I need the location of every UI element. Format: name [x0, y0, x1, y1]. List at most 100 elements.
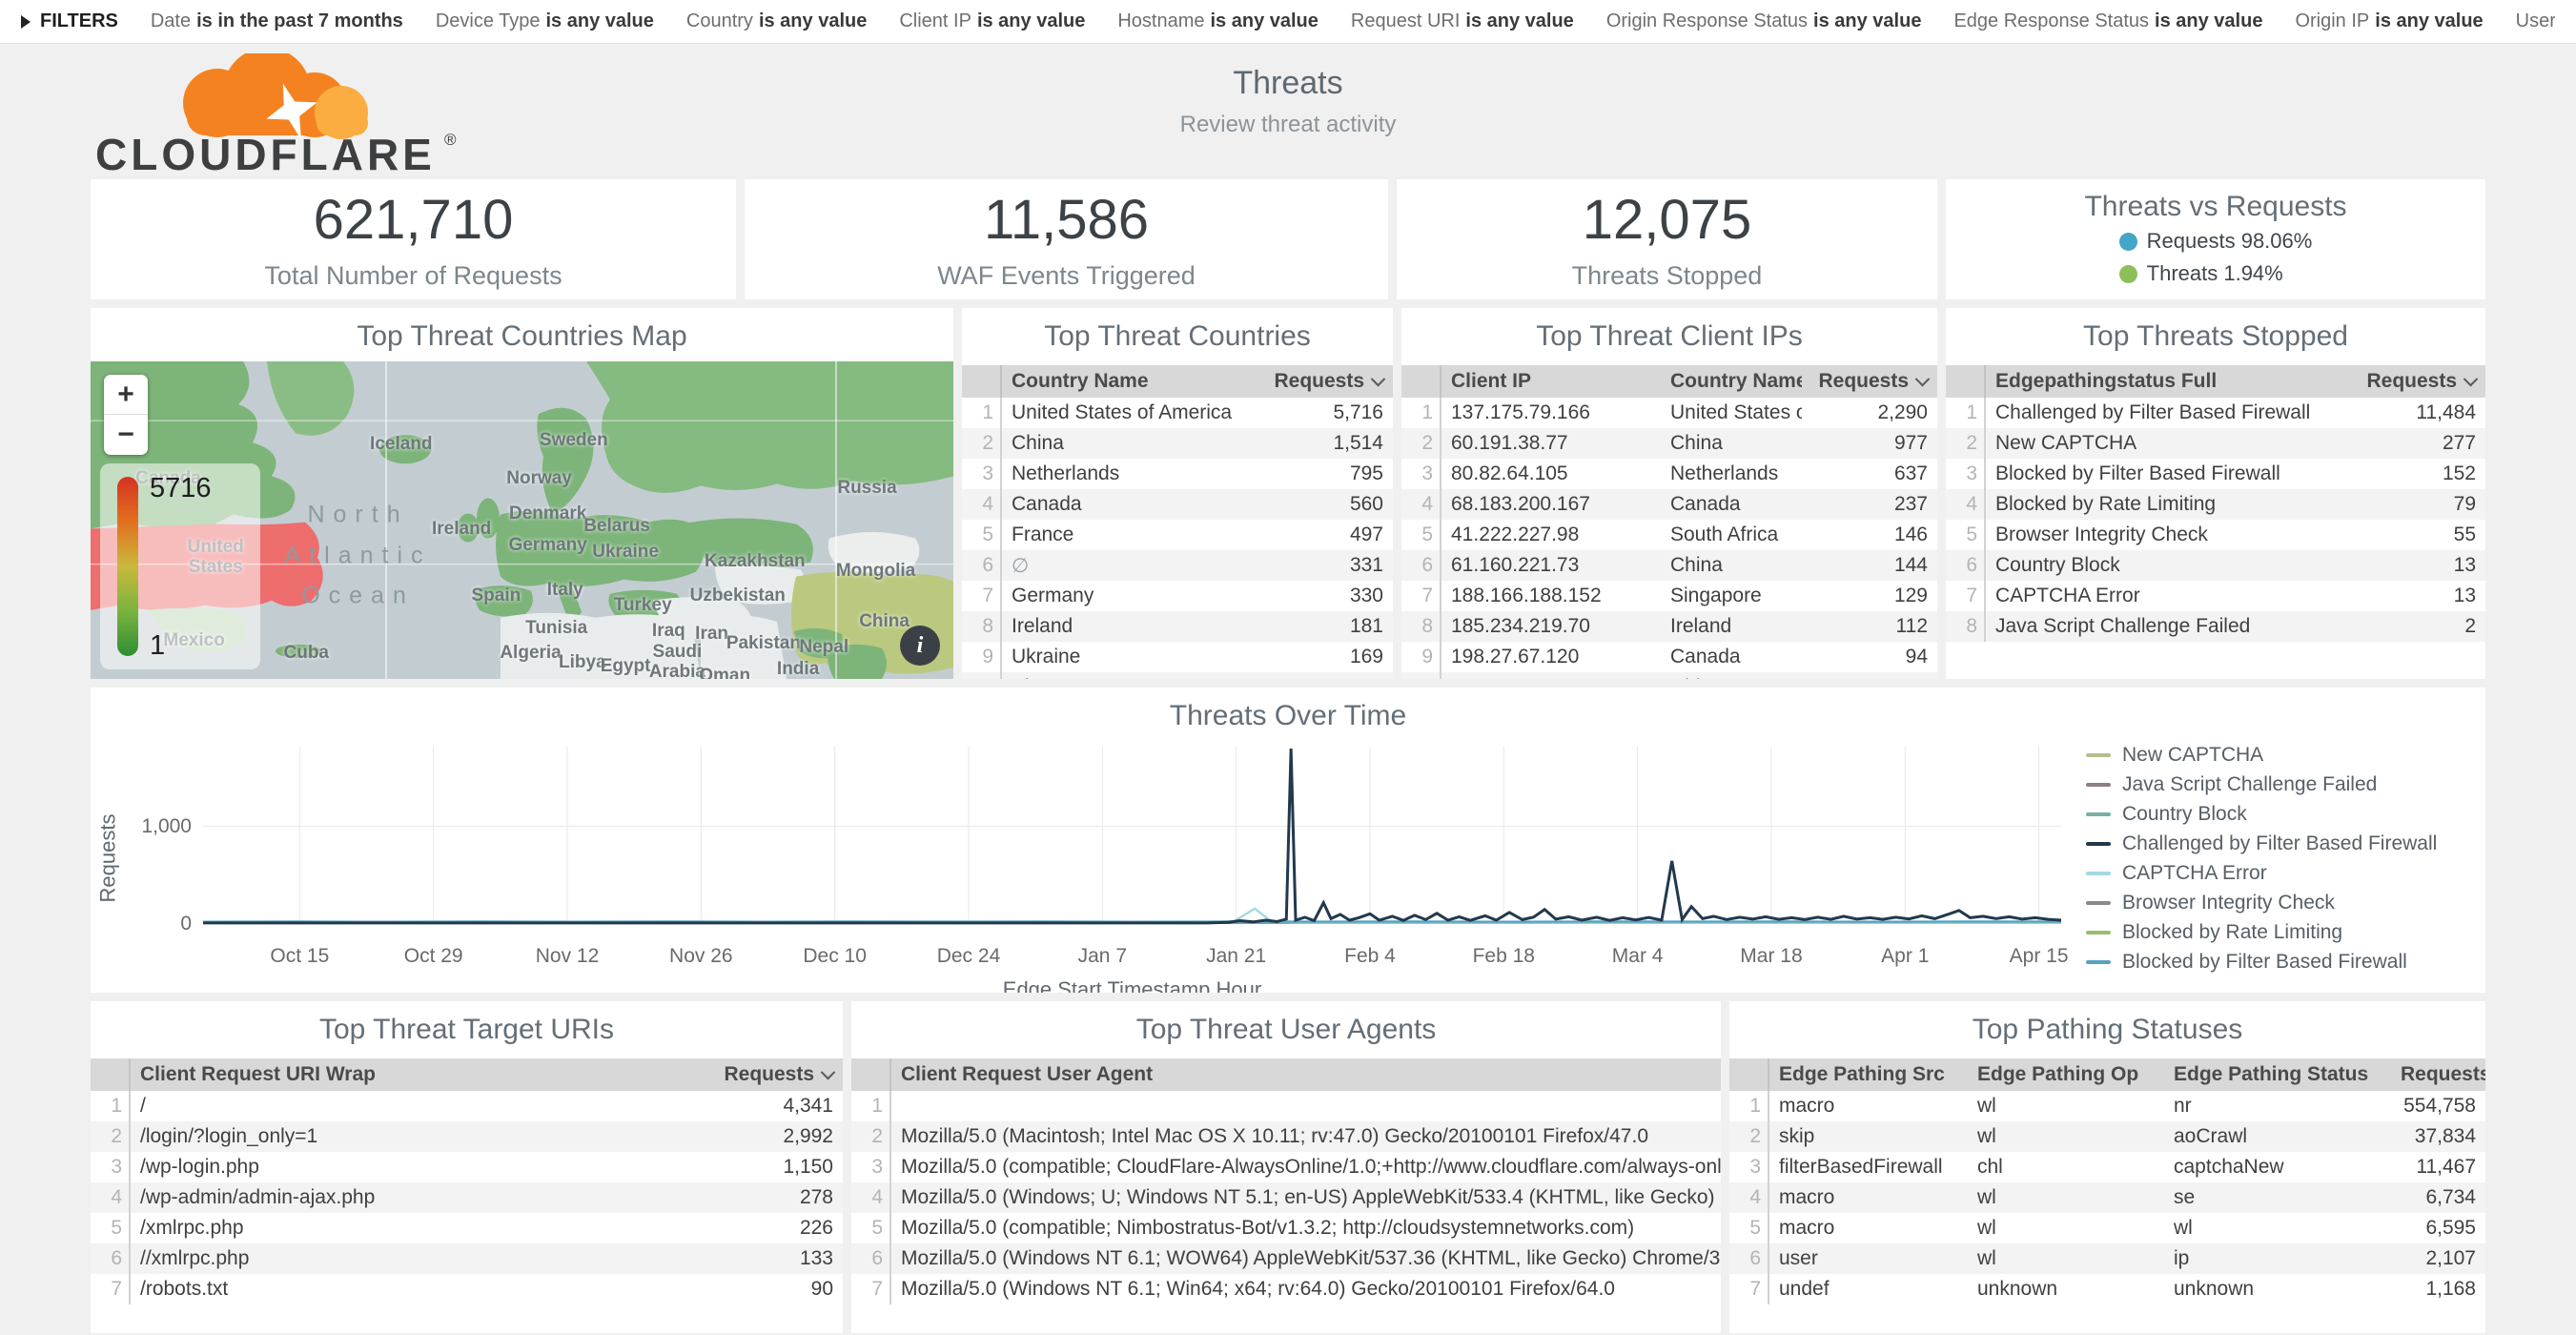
table-row[interactable]: 6∅331 [962, 550, 1393, 581]
filter-item[interactable]: Device Typeis any value [436, 10, 654, 32]
data-table: Country NameRequests 1United States of Am… [962, 365, 1393, 679]
row-index: 3 [1729, 1152, 1769, 1182]
table-row[interactable]: 260.191.38.77China977 [1401, 428, 1937, 459]
chart-legend-item[interactable]: Challenged by Filter Based Firewall [2086, 832, 2485, 855]
column-header[interactable]: Requests [1802, 370, 1937, 393]
table-row[interactable]: 3/wp-login.php1,150 [91, 1152, 843, 1182]
table-row[interactable]: 5macrowlwl6,595 [1729, 1213, 2485, 1243]
column-header[interactable]: Country Name [1002, 370, 1248, 393]
table-row[interactable]: 1137.175.79.166United States of America2… [1401, 398, 1937, 428]
chart-legend-item[interactable]: Country Block [2086, 803, 2485, 826]
table-row[interactable]: 2New CAPTCHA277 [1946, 428, 2485, 459]
column-header[interactable]: Requests [1248, 370, 1393, 393]
stat-label: WAF Events Triggered [937, 261, 1196, 291]
table-row[interactable]: 7undefunknownunknown1,168 [1729, 1274, 2485, 1304]
filter-item[interactable]: Client IPis any value [899, 10, 1085, 32]
table-row[interactable]: 1 [851, 1091, 1721, 1121]
table-row[interactable]: 5France497 [962, 520, 1393, 550]
filter-item[interactable]: Hostnameis any value [1117, 10, 1319, 32]
table-row[interactable]: 4Blocked by Rate Limiting79 [1946, 489, 2485, 520]
table-row[interactable]: 7/robots.txt90 [91, 1274, 843, 1304]
table-row[interactable]: 4/wp-admin/admin-ajax.php278 [91, 1182, 843, 1213]
table-cell: /wp-login.php [131, 1156, 707, 1179]
chart-plot-area[interactable]: Oct 15Oct 29Nov 12Nov 26Dec 10Dec 24Jan … [203, 747, 2061, 970]
filter-item[interactable]: Request URIis any value [1351, 10, 1574, 32]
table-row[interactable]: 541.222.227.98South Africa146 [1401, 520, 1937, 550]
filter-item[interactable]: Countryis any value [686, 10, 867, 32]
table-row[interactable]: 4Canada560 [962, 489, 1393, 520]
chart-legend-item[interactable]: Blocked by Filter Based Firewall [2086, 951, 2485, 974]
column-header[interactable]: Client Request URI Wrap [131, 1063, 707, 1086]
table-row[interactable]: 8Ireland181 [962, 611, 1393, 642]
table-row[interactable]: 468.183.200.167Canada237 [1401, 489, 1937, 520]
column-header[interactable]: Edge Pathing Op [1968, 1063, 2164, 1086]
table-row[interactable]: 2Mozilla/5.0 (Macintosh; Intel Mac OS X … [851, 1121, 1721, 1152]
table-row[interactable]: 5Mozilla/5.0 (compatible; Nimbostratus-B… [851, 1213, 1721, 1243]
table-row[interactable]: 6//xmlrpc.php133 [91, 1243, 843, 1274]
chart-legend-item[interactable]: Browser Integrity Check [2086, 892, 2485, 914]
table-row[interactable]: 1/4,341 [91, 1091, 843, 1121]
table-row[interactable]: 2China1,514 [962, 428, 1393, 459]
table-row[interactable]: 10Singapore158 [962, 672, 1393, 679]
column-header[interactable]: Client Request User Agent [891, 1063, 1721, 1086]
filter-items: Dateis in the past 7 months Device Typeis… [151, 10, 2555, 32]
column-header[interactable]: Edge Pathing Status [2164, 1063, 2391, 1086]
legend-label: Blocked by Filter Based Firewall [2122, 951, 2407, 974]
table-row[interactable]: 6Country Block13 [1946, 550, 2485, 581]
column-header[interactable]: Requests [707, 1063, 843, 1086]
table-row[interactable]: 9Ukraine169 [962, 642, 1393, 672]
table-row[interactable]: 661.160.221.73China144 [1401, 550, 1937, 581]
chart-legend-item[interactable]: Java Script Challenge Failed [2086, 773, 2485, 796]
table-row[interactable]: 380.82.64.105Netherlands637 [1401, 459, 1937, 489]
filter-item[interactable]: Edge Response Statusis any value [1953, 10, 2262, 32]
column-header[interactable]: Client IP [1441, 370, 1661, 393]
map-zoom-out-button[interactable]: − [104, 415, 148, 455]
filters-toggle-button[interactable]: FILTERS [21, 10, 118, 32]
table-row[interactable]: 7188.166.188.152Singapore129 [1401, 581, 1937, 611]
column-header[interactable]: Edge Pathing Src [1769, 1063, 1968, 1086]
table-row[interactable]: 5Browser Integrity Check55 [1946, 520, 2485, 550]
column-header[interactable]: Country Name [1661, 370, 1802, 393]
chart-legend-item[interactable]: CAPTCHA Error [2086, 862, 2485, 885]
table-row[interactable]: 2skipwlaoCrawl37,834 [1729, 1121, 2485, 1152]
filter-item[interactable]: Dateis in the past 7 months [151, 10, 403, 32]
table-row[interactable]: 3Mozilla/5.0 (compatible; CloudFlare-Alw… [851, 1152, 1721, 1182]
table-cell: Java Script Challenge Failed [1986, 615, 2314, 638]
chart-legend-item[interactable]: New CAPTCHA [2086, 744, 2485, 767]
top-threats-stopped-panel: Top Threats Stopped Edgepathingstatus Fu… [1946, 308, 2485, 679]
table-row[interactable]: 5/xmlrpc.php226 [91, 1213, 843, 1243]
table-row[interactable]: 2/login/?login_only=12,992 [91, 1121, 843, 1152]
y-axis-ticks: 1,0000 [125, 747, 203, 970]
map-info-button[interactable]: i [900, 626, 940, 666]
table-row[interactable]: 4Mozilla/5.0 (Windows; U; Windows NT 5.1… [851, 1182, 1721, 1213]
table-row[interactable]: 6userwlip2,107 [1729, 1243, 2485, 1274]
table-row[interactable]: 3filterBasedFirewallchlcaptchaNew11,467 [1729, 1152, 2485, 1182]
table-row[interactable]: 7Mozilla/5.0 (Windows NT 6.1; Win64; x64… [851, 1274, 1721, 1304]
map-zoom-in-button[interactable]: + [104, 375, 148, 415]
table-cell: 129 [1802, 585, 1937, 607]
column-header[interactable]: Edgepathingstatus Full [1986, 370, 2314, 393]
table-row[interactable]: 1Challenged by Filter Based Firewall11,4… [1946, 398, 2485, 428]
column-header[interactable]: Requests [2391, 1063, 2485, 1086]
table-row[interactable]: 1macrowlnr554,758 [1729, 1091, 2485, 1121]
chart-legend-item[interactable]: Blocked by Rate Limiting [2086, 921, 2485, 944]
table-row[interactable]: 1United States of America5,716 [962, 398, 1393, 428]
table-row[interactable]: 3Netherlands795 [962, 459, 1393, 489]
filter-item[interactable]: Origin Response Statusis any value [1606, 10, 1922, 32]
table-row[interactable]: 1061.160.247.127China88 [1401, 672, 1937, 679]
world-map[interactable]: CanadaUnited StatesMexicoCubaIcelandIrel… [91, 361, 953, 679]
column-header[interactable]: Requests [2314, 370, 2485, 393]
table-row[interactable]: 4macrowlse6,734 [1729, 1182, 2485, 1213]
table-row[interactable]: 3Blocked by Filter Based Firewall152 [1946, 459, 2485, 489]
filter-field: Country [686, 10, 753, 31]
filter-item[interactable]: User Agentis any value [2516, 10, 2555, 32]
table-row[interactable]: 6Mozilla/5.0 (Windows NT 6.1; WOW64) App… [851, 1243, 1721, 1274]
index-column-header [1729, 1058, 1769, 1091]
table-row[interactable]: 8Java Script Challenge Failed2 [1946, 611, 2485, 642]
filter-item[interactable]: Origin IPis any value [2295, 10, 2483, 32]
table-row[interactable]: 7CAPTCHA Error13 [1946, 581, 2485, 611]
row-index: 1 [1401, 398, 1441, 428]
table-row[interactable]: 9198.27.67.120Canada94 [1401, 642, 1937, 672]
table-row[interactable]: 8185.234.219.70Ireland112 [1401, 611, 1937, 642]
table-row[interactable]: 7Germany330 [962, 581, 1393, 611]
